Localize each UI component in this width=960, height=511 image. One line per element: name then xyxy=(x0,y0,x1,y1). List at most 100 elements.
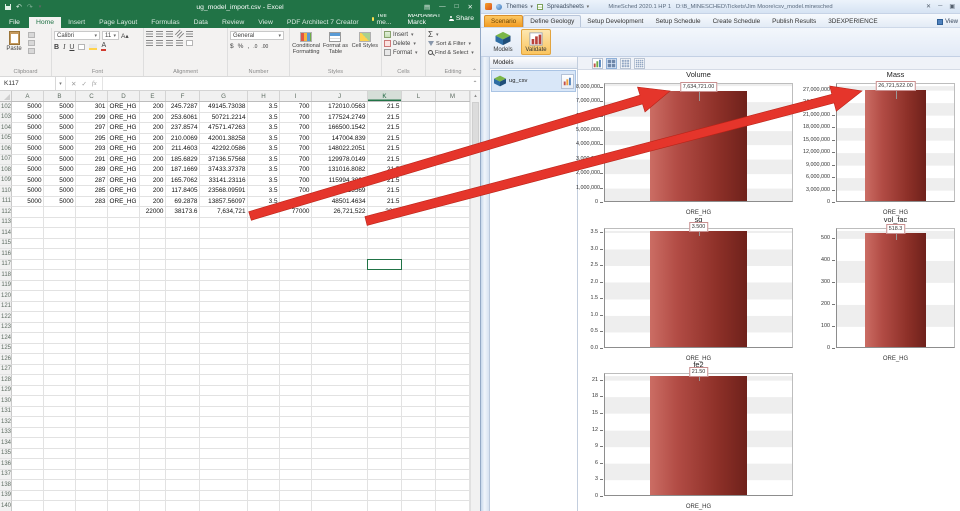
format-painter-icon[interactable] xyxy=(28,48,35,54)
cell[interactable] xyxy=(140,396,166,407)
cell[interactable] xyxy=(108,302,140,313)
orientation-icon[interactable] xyxy=(175,29,184,38)
minesched-tab-setup-development[interactable]: Setup Development xyxy=(581,16,649,28)
cell[interactable]: 5000 xyxy=(44,102,76,113)
cell[interactable]: 200 xyxy=(140,113,166,124)
cell[interactable]: 77000 xyxy=(280,207,312,218)
excel-tab-file[interactable]: File xyxy=(0,17,29,29)
cell[interactable]: 200 xyxy=(140,197,166,208)
cell[interactable] xyxy=(402,134,436,145)
spreadsheets-menu[interactable]: Spreadsheets ▾ xyxy=(547,4,589,10)
cell[interactable] xyxy=(312,249,368,260)
cell[interactable] xyxy=(76,344,108,355)
cell[interactable] xyxy=(108,207,140,218)
cell[interactable] xyxy=(368,312,402,323)
format-cells-button[interactable]: Format▾ xyxy=(384,48,423,57)
row-header[interactable]: 125 xyxy=(0,344,12,355)
row-header[interactable]: 104 xyxy=(0,123,12,134)
cell[interactable] xyxy=(12,312,44,323)
column-header-B[interactable]: B xyxy=(44,91,76,101)
cell[interactable] xyxy=(402,123,436,134)
model-chart-button[interactable] xyxy=(561,74,574,89)
cell[interactable] xyxy=(436,375,470,386)
excel-tab-home[interactable]: Home xyxy=(29,17,61,29)
cell[interactable] xyxy=(248,428,280,439)
cell[interactable]: 3.5 xyxy=(248,123,280,134)
cell[interactable]: 700 xyxy=(280,186,312,197)
cell[interactable] xyxy=(280,449,312,460)
cell[interactable] xyxy=(76,501,108,511)
cell[interactable] xyxy=(402,323,436,334)
cell[interactable]: 700 xyxy=(280,176,312,187)
cell[interactable] xyxy=(402,375,436,386)
cell[interactable] xyxy=(140,218,166,229)
cell[interactable] xyxy=(44,249,76,260)
cell[interactable] xyxy=(166,491,200,502)
cell[interactable] xyxy=(368,470,402,481)
cell[interactable] xyxy=(312,302,368,313)
cell[interactable] xyxy=(368,354,402,365)
row-header[interactable]: 140 xyxy=(0,501,12,511)
cell[interactable] xyxy=(280,239,312,250)
cell[interactable]: 200 xyxy=(140,165,166,176)
cell[interactable] xyxy=(108,323,140,334)
cell[interactable] xyxy=(12,438,44,449)
cell[interactable]: 13857.56097 xyxy=(200,197,248,208)
cell[interactable] xyxy=(140,386,166,397)
cell[interactable]: ORE_HG xyxy=(108,123,140,134)
cell[interactable] xyxy=(436,207,470,218)
cell[interactable] xyxy=(402,417,436,428)
cell[interactable] xyxy=(108,260,140,271)
find-select-button[interactable]: Find & Select▾ xyxy=(428,48,478,57)
cell[interactable] xyxy=(12,239,44,250)
cell[interactable]: ORE_HG xyxy=(108,186,140,197)
cell[interactable] xyxy=(248,302,280,313)
cell[interactable] xyxy=(140,323,166,334)
cell[interactable]: 185.6829 xyxy=(166,155,200,166)
cell[interactable] xyxy=(436,260,470,271)
cell[interactable] xyxy=(76,428,108,439)
cell[interactable] xyxy=(140,470,166,481)
cell[interactable]: 293 xyxy=(76,144,108,155)
cell[interactable] xyxy=(312,459,368,470)
formula-input[interactable] xyxy=(103,77,470,90)
maximize-icon[interactable]: □ xyxy=(455,3,459,11)
cell[interactable] xyxy=(436,239,470,250)
cell[interactable] xyxy=(200,354,248,365)
row-header[interactable]: 121 xyxy=(0,302,12,313)
cell[interactable] xyxy=(248,323,280,334)
row-header[interactable]: 133 xyxy=(0,428,12,439)
cell[interactable] xyxy=(248,228,280,239)
cell[interactable] xyxy=(200,260,248,271)
excel-tab-page-layout[interactable]: Page Layout xyxy=(92,17,144,29)
cell[interactable] xyxy=(108,396,140,407)
cell[interactable] xyxy=(108,281,140,292)
cell[interactable]: 187.1669 xyxy=(166,165,200,176)
cell[interactable]: 5000 xyxy=(44,113,76,124)
cell[interactable] xyxy=(368,491,402,502)
cell[interactable] xyxy=(402,470,436,481)
cell[interactable] xyxy=(140,365,166,376)
cell[interactable] xyxy=(12,407,44,418)
cell[interactable] xyxy=(402,312,436,323)
cell[interactable] xyxy=(368,438,402,449)
view-button[interactable]: View xyxy=(937,19,958,25)
cell[interactable] xyxy=(166,396,200,407)
cell[interactable] xyxy=(312,386,368,397)
cell[interactable] xyxy=(76,449,108,460)
sort-filter-button[interactable]: Sort & Filter▾ xyxy=(428,39,478,48)
cell[interactable] xyxy=(402,501,436,511)
close-icon[interactable]: ✕ xyxy=(468,3,473,11)
cell[interactable] xyxy=(368,375,402,386)
cell[interactable] xyxy=(76,291,108,302)
cell[interactable] xyxy=(140,501,166,511)
cell[interactable]: 5000 xyxy=(12,165,44,176)
cell[interactable] xyxy=(402,155,436,166)
row-header[interactable]: 105 xyxy=(0,134,12,145)
cell[interactable] xyxy=(44,239,76,250)
cell[interactable] xyxy=(76,470,108,481)
cell[interactable] xyxy=(312,438,368,449)
cell[interactable] xyxy=(166,333,200,344)
cell[interactable]: 23568.09591 xyxy=(200,186,248,197)
cell[interactable] xyxy=(436,333,470,344)
